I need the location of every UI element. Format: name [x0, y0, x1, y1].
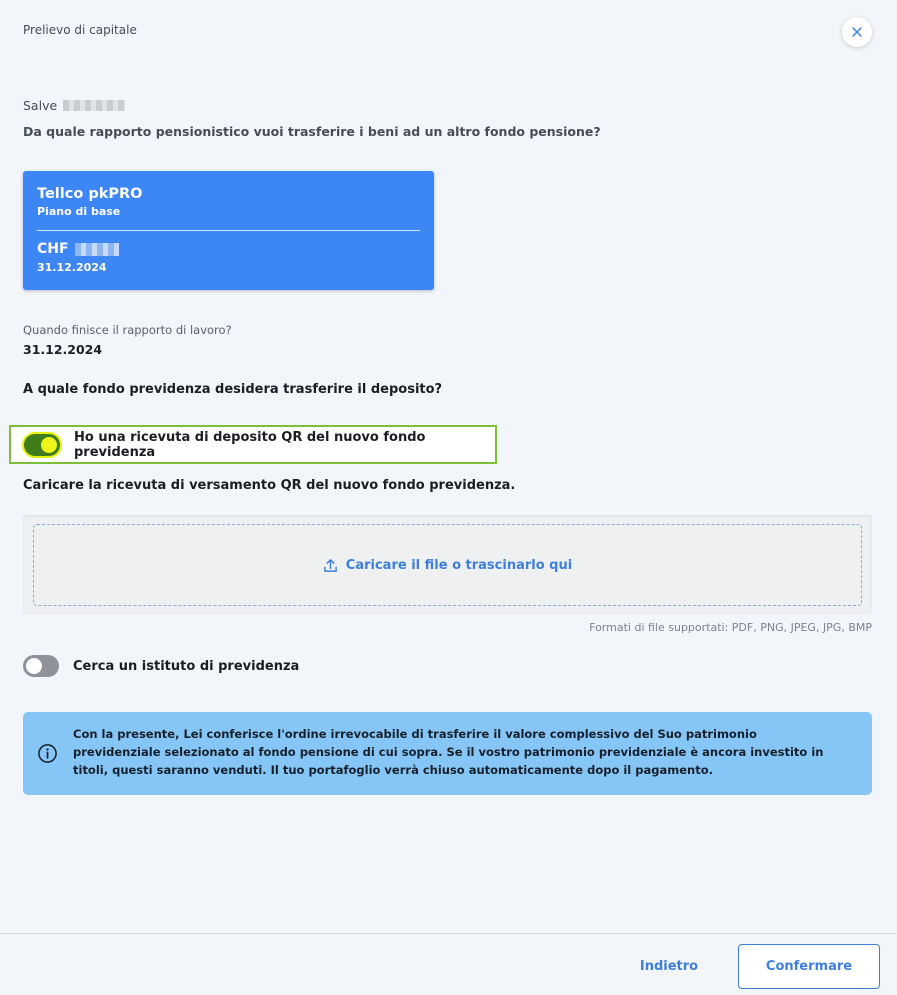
account-plan: Piano di base [37, 205, 121, 218]
qr-receipt-toggle[interactable] [24, 433, 60, 456]
greeting-prefix: Salve [23, 98, 58, 113]
redacted-balance [74, 242, 119, 256]
search-institution-row: Cerca un istituto di previdenza [23, 655, 299, 677]
greeting: Salve [23, 98, 126, 113]
qr-receipt-label: Ho una ricevuta di deposito QR del nuovo… [74, 429, 426, 460]
employment-end-value: 31.12.2024 [23, 342, 103, 357]
qr-receipt-toggle-row: Ho una ricevuta di deposito QR del nuovo… [9, 425, 497, 464]
upload-dropzone[interactable]: Caricare il file o trascinarlo qui [23, 515, 872, 614]
upload-link[interactable]: Caricare il file o trascinarlo qui [346, 558, 572, 573]
close-icon [852, 27, 862, 37]
employment-end-label: Quando finisce il rapporto di lavoro? [23, 323, 232, 337]
close-button[interactable] [842, 17, 872, 47]
footer: Indietro Confermare [0, 933, 897, 995]
back-button[interactable]: Indietro [626, 951, 712, 981]
question-target-fund: A quale fondo previdenza desidera trasfe… [23, 382, 443, 397]
info-text: Con la presente, Lei conferisce l'ordine… [73, 727, 824, 777]
upload-dropzone-inner[interactable]: Caricare il file o trascinarlo qui [33, 524, 862, 606]
search-institution-label: Cerca un istituto di previdenza [73, 658, 300, 674]
supported-formats: Formati di file supportati: PDF, PNG, JP… [589, 621, 872, 634]
account-balance: CHF [37, 241, 119, 257]
confirm-button[interactable]: Confermare [738, 944, 880, 989]
card-divider [37, 230, 420, 231]
account-date: 31.12.2024 [37, 261, 107, 274]
upload-icon [323, 558, 337, 572]
question-source-account: Da quale rapporto pensionistico vuoi tra… [23, 124, 601, 139]
toggle-knob [41, 436, 57, 453]
account-card-tellco[interactable]: Tellco pkPRO Piano di base CHF 31.12.202… [23, 171, 434, 290]
upload-heading: Caricare la ricevuta di versamento QR de… [23, 478, 516, 493]
page-title: Prelievo di capitale [23, 23, 137, 37]
redacted-user-name [63, 100, 126, 111]
account-name: Tellco pkPRO [37, 186, 143, 202]
info-icon [38, 744, 57, 763]
toggle-knob [26, 658, 42, 674]
info-notice: Con la presente, Lei conferisce l'ordine… [23, 712, 872, 795]
search-institution-toggle[interactable] [23, 655, 59, 677]
account-currency: CHF [37, 241, 69, 257]
